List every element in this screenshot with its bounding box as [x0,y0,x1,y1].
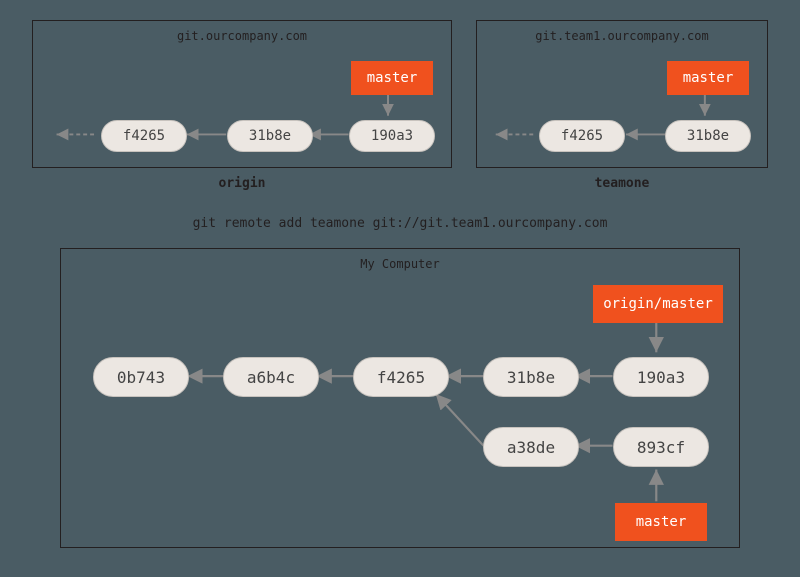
teamone-panel: git.team1.ourcompany.com master f4265 31… [476,20,768,168]
commit-node: f4265 [101,120,187,152]
origin-master-tag: master [351,61,433,95]
commit-node: 31b8e [227,120,313,152]
commit-node: 190a3 [613,357,709,397]
origin-label: origin [32,176,452,191]
commit-node: f4265 [353,357,449,397]
commit-node: 893cf [613,427,709,467]
commit-node: a38de [483,427,579,467]
commit-node: 31b8e [665,120,751,152]
origin-host: git.ourcompany.com [33,29,451,43]
origin-panel: git.ourcompany.com master f4265 31b8e 19… [32,20,452,168]
commit-node: 31b8e [483,357,579,397]
commit-node: f4265 [539,120,625,152]
diagram-canvas: git.ourcompany.com master f4265 31b8e 19… [0,0,800,577]
teamone-host: git.team1.ourcompany.com [477,29,767,43]
commit-node: a6b4c [223,357,319,397]
local-panel: My Computer origin/master 0b743 a6b4c [60,248,740,548]
local-master-tag: master [615,503,707,541]
local-title: My Computer [61,257,739,271]
origin-master-ref-tag: origin/master [593,285,723,323]
commit-node: 190a3 [349,120,435,152]
teamone-label: teamone [476,176,768,191]
teamone-master-tag: master [667,61,749,95]
commit-node: 0b743 [93,357,189,397]
git-command: git remote add teamone git://git.team1.o… [0,216,800,231]
